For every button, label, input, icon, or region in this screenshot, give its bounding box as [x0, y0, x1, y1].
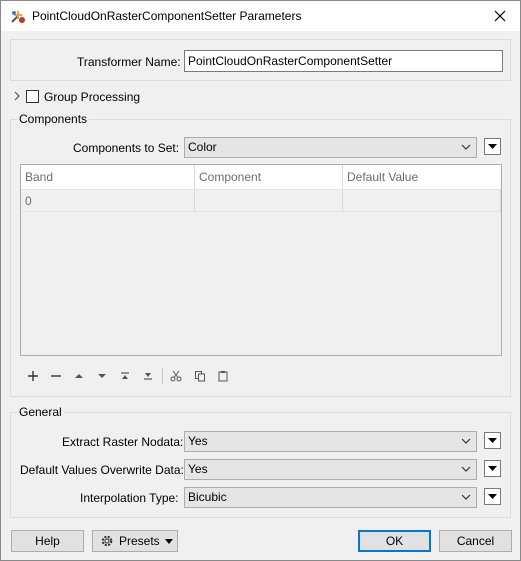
cancel-button[interactable]: Cancel	[439, 530, 512, 552]
presets-label: Presets	[119, 534, 160, 548]
move-top-icon[interactable]	[117, 368, 133, 384]
column-header-default-value[interactable]: Default Value	[343, 165, 501, 189]
chevron-down-icon	[461, 494, 471, 500]
components-to-set-menu-button[interactable]	[484, 138, 501, 155]
move-up-icon[interactable]	[71, 368, 87, 384]
copy-icon[interactable]	[192, 368, 208, 384]
transformer-name-label: Transformer Name:	[77, 55, 181, 69]
move-bottom-icon[interactable]	[140, 368, 156, 384]
close-button[interactable]	[488, 5, 512, 27]
chevron-right-icon[interactable]	[12, 90, 22, 101]
transformer-icon	[10, 9, 26, 25]
default-values-overwrite-label: Default Values Overwrite Data:	[20, 463, 184, 477]
column-header-band[interactable]: Band	[21, 165, 195, 189]
remove-icon[interactable]	[48, 368, 64, 384]
paste-icon[interactable]	[215, 368, 231, 384]
group-processing-label: Group Processing	[44, 90, 141, 104]
extract-raster-nodata-value: Yes	[188, 434, 208, 448]
presets-button[interactable]: Presets	[92, 530, 178, 552]
chevron-down-icon	[461, 466, 471, 472]
dropdown-arrow-icon	[165, 539, 173, 544]
table-cell-default-value[interactable]	[343, 189, 501, 212]
band-component-table[interactable]: Band Component Default Value 0	[20, 164, 502, 356]
default-values-overwrite-menu-button[interactable]	[484, 460, 501, 477]
cut-icon[interactable]	[168, 368, 184, 384]
default-values-overwrite-value: Yes	[188, 462, 208, 476]
move-down-icon[interactable]	[94, 368, 110, 384]
interpolation-type-menu-button[interactable]	[484, 488, 501, 505]
column-header-component[interactable]: Component	[195, 165, 343, 189]
interpolation-type-select[interactable]: Bicubic	[184, 487, 477, 508]
chevron-down-icon	[461, 144, 471, 150]
gear-icon	[101, 535, 113, 547]
window-title: PointCloudOnRasterComponentSetter Parame…	[32, 9, 302, 23]
title-bar: PointCloudOnRasterComponentSetter Parame…	[1, 1, 520, 31]
dropdown-arrow-icon	[488, 437, 497, 443]
default-values-overwrite-select[interactable]: Yes	[184, 459, 477, 480]
interpolation-type-value: Bicubic	[188, 490, 227, 504]
toolbar-divider	[162, 368, 163, 384]
table-cell-band[interactable]: 0	[21, 189, 195, 212]
components-section-title: Components	[17, 112, 90, 126]
dropdown-arrow-icon	[488, 493, 497, 499]
dropdown-arrow-icon	[488, 143, 497, 149]
extract-raster-nodata-select[interactable]: Yes	[184, 431, 477, 452]
transformer-name-input[interactable]: PointCloudOnRasterComponentSetter	[184, 50, 503, 72]
components-to-set-value: Color	[188, 140, 217, 154]
components-to-set-label: Components to Set:	[73, 141, 180, 155]
chevron-down-icon	[461, 438, 471, 444]
group-processing-checkbox[interactable]	[26, 90, 39, 103]
add-icon[interactable]	[25, 368, 41, 384]
parameters-dialog: PointCloudOnRasterComponentSetter Parame…	[0, 0, 521, 561]
general-section-title: General	[17, 405, 64, 419]
extract-raster-nodata-menu-button[interactable]	[484, 432, 501, 449]
interpolation-type-label: Interpolation Type:	[80, 491, 179, 505]
close-icon	[494, 10, 506, 22]
help-button[interactable]: Help	[11, 530, 84, 552]
dropdown-arrow-icon	[488, 465, 497, 471]
table-cell-component[interactable]	[195, 189, 343, 212]
extract-raster-nodata-label: Extract Raster Nodata:	[62, 435, 184, 449]
components-to-set-select[interactable]: Color	[184, 137, 477, 158]
ok-button[interactable]: OK	[358, 530, 431, 552]
